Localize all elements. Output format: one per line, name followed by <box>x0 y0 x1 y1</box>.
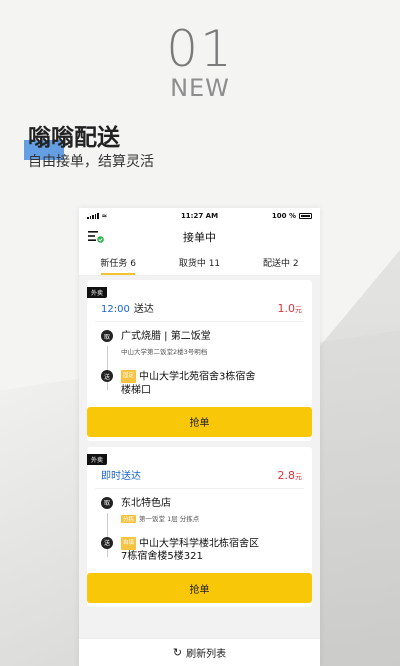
hero-word: NEW <box>170 74 230 102</box>
tab-label: 新任务 6 <box>100 259 136 269</box>
pickup-address: 中山大学第二饭堂2楼3号明档 <box>121 348 208 356</box>
pickup-address-text: 第一饭堂 1层 分拣点 <box>139 514 200 523</box>
dropoff-icon: 送 <box>101 370 113 382</box>
grab-order-button[interactable]: 抢单 <box>87 573 312 603</box>
tab-label: 取货中 11 <box>178 259 221 269</box>
dropoff-tag: 固定 <box>121 370 137 383</box>
order-card: 外卖 12:00 送达 1.0元 取 广式烧腊 | 第二饭堂 中山大学第二饭堂2楼… <box>87 280 312 441</box>
navbar: 接单中 <box>79 224 320 250</box>
pickup-address: 分拣 第一饭堂 1层 分拣点 <box>121 513 199 523</box>
tab-picking-up[interactable]: 取货中 11 <box>175 250 224 275</box>
dropoff-name-line2: 7栋宿舍楼5楼321 <box>121 551 203 562</box>
wifi-icon: ≈ <box>101 212 108 220</box>
refresh-list-button[interactable]: ↻ 刷新列表 <box>79 638 320 666</box>
dropoff-name: 自填 中山大学科学楼北栋宿舍区 7栋宿舍楼5楼321 <box>121 536 260 564</box>
battery-percent: 100 % <box>271 212 296 220</box>
dropoff-tag: 自填 <box>121 536 137 550</box>
hero-number: 01 <box>166 20 234 78</box>
price-unit: 元 <box>295 472 302 481</box>
dropoff-name: 固定 中山大学北苑宿舍3栋宿舍 楼梯口 <box>121 370 255 397</box>
battery-icon <box>298 213 312 219</box>
dropoff-stop: 送 自填 中山大学科学楼北栋宿舍区 7栋宿舍楼5楼321 <box>101 536 302 564</box>
pickup-icon: 取 <box>101 330 113 342</box>
pickup-name: 广式烧腊 | 第二饭堂 <box>121 331 211 342</box>
delivery-time-label: 送达 <box>133 304 154 315</box>
refresh-icon: ↻ <box>172 646 183 659</box>
dropoff-name-line1: 中山大学北苑宿舍3栋宿舍 <box>139 371 256 383</box>
order-list: 外卖 12:00 送达 1.0元 取 广式烧腊 | 第二饭堂 中山大学第二饭堂2楼… <box>79 276 320 642</box>
dropoff-stop: 送 固定 中山大学北苑宿舍3栋宿舍 楼梯口 <box>101 370 302 397</box>
price-value: 2.8 <box>277 468 296 482</box>
page-title: 接单中 <box>183 231 216 244</box>
tab-delivering[interactable]: 配送中 2 <box>259 250 303 275</box>
pickup-name: 东北特色店 <box>121 497 171 509</box>
order-type-tag: 外卖 <box>87 453 108 465</box>
status-bar: ≈ 11:27 AM 100 % <box>79 208 320 224</box>
delivery-time: 12:00 送达 <box>101 300 154 315</box>
signal-icon <box>87 213 99 219</box>
pickup-stop: 取 广式烧腊 | 第二饭堂 中山大学第二饭堂2楼3号明档 <box>101 330 302 356</box>
delivery-time: 即时送达 <box>101 470 141 482</box>
status-time: 11:27 AM <box>180 212 219 220</box>
menu-status-icon[interactable] <box>88 231 104 243</box>
pickup-icon: 取 <box>101 496 113 509</box>
order-card: 外卖 即时送达 2.8元 取 东北特色店 分拣 第一饭堂 1层 分拣点 送 自填… <box>87 446 312 607</box>
delivery-time-value: 12:00 <box>101 304 130 315</box>
pickup-stop: 取 东北特色店 分拣 第一饭堂 1层 分拣点 <box>101 496 302 523</box>
order-price: 2.8元 <box>278 469 303 482</box>
tab-label: 配送中 2 <box>262 259 299 269</box>
grab-order-button[interactable]: 抢单 <box>87 406 312 437</box>
tab-bar: 新任务 6 取货中 11 配送中 2 <box>79 250 320 276</box>
refresh-label: 刷新列表 <box>186 649 227 660</box>
dropoff-icon: 送 <box>101 536 113 549</box>
price-value: 1.0 <box>277 302 296 315</box>
dropoff-name-line1: 中山大学科学楼北栋宿舍区 <box>139 538 260 549</box>
phone-screen: ≈ 11:27 AM 100 % 接单中 新任务 6 取货中 11 配送中 2 … <box>79 208 320 666</box>
order-price: 1.0元 <box>278 302 303 315</box>
price-unit: 元 <box>295 306 302 314</box>
order-type-tag: 外卖 <box>87 287 108 298</box>
tab-new-tasks[interactable]: 新任务 6 <box>96 250 140 275</box>
dropoff-name-line2: 楼梯口 <box>121 384 151 396</box>
pickup-tag: 分拣 <box>121 514 137 523</box>
subheadline: 自由接单，结算灵活 <box>28 154 154 170</box>
headline: 嗡嗡配送 <box>28 125 120 151</box>
